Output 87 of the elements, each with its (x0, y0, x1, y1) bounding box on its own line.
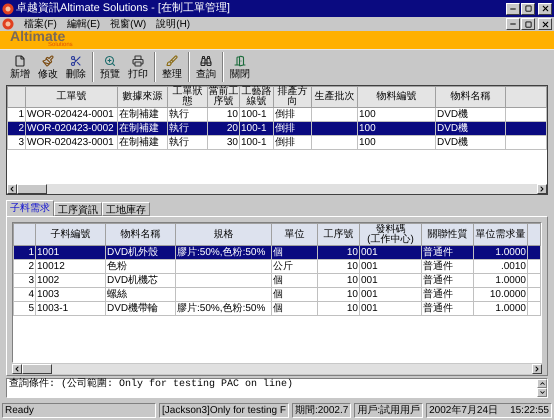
app-logo-icon (2, 2, 14, 14)
window-title: 卓越資訊Altimate Solutions - [在制工單管理] (16, 1, 231, 16)
table-cell: 001 (360, 302, 422, 316)
table-cell: 個 (272, 302, 318, 316)
column-header[interactable]: 規格 (176, 224, 272, 246)
document-icon (14, 54, 26, 66)
table-cell: 100-1 (240, 136, 274, 150)
table-cell: 膠片:50%,色粉:50% (176, 302, 272, 316)
column-header[interactable]: 工單狀態 (168, 86, 208, 108)
table-cell (312, 136, 358, 150)
column-header[interactable]: 單位 (272, 224, 318, 246)
column-header[interactable]: 物料名稱 (436, 86, 506, 108)
column-header[interactable]: 當前工序號 (208, 86, 240, 108)
column-header[interactable]: 工藝路線號 (240, 86, 274, 108)
table-cell: 1.0000 (474, 302, 528, 316)
status-text: 2002年7月24日 (429, 404, 498, 417)
scissors-icon (70, 54, 82, 66)
printer-icon (132, 54, 144, 66)
scroll-thumb[interactable] (17, 184, 47, 194)
table-row[interactable]: 1 WOR-020424-0001 在制補建 執行 10 100-1 倒排 100 DVD機 (8, 108, 546, 122)
menu-item[interactable]: 視窗(W) (110, 16, 146, 32)
status-text: [Jackson3]Only for testing F (162, 404, 286, 417)
table-cell: WOR-020423-0001 (26, 136, 118, 150)
brand-name: Altimate (10, 30, 66, 42)
menu-item[interactable]: 檔案(F) (24, 16, 57, 32)
restore-icon (524, 5, 532, 12)
column-header[interactable]: 發料碼 (工作中心) (360, 224, 422, 246)
table-cell: 倒排 (274, 136, 312, 150)
toolbar-button[interactable]: 關閉 (226, 54, 254, 80)
toolbar-button[interactable]: 預覽 (96, 54, 124, 80)
scroll-down-button[interactable] (537, 388, 547, 397)
tab[interactable]: 工地庫存 (102, 202, 150, 216)
magnifier-icon (104, 54, 116, 66)
table-cell: 30 (208, 136, 240, 150)
table-row[interactable]: 3 WOR-020423-0001 在制補建 執行 30 100-1 倒排 100 DVD機 (8, 136, 546, 150)
door-icon (234, 54, 246, 66)
table-cell: 10 (318, 302, 360, 316)
column-header[interactable]: 關聯性質 (422, 224, 474, 246)
status-text: 用戶:試用用戶 (357, 404, 420, 417)
column-header[interactable]: 單位需求量 (474, 224, 528, 246)
table-cell: 在制補建 (118, 136, 168, 150)
toolbar-button[interactable]: 新增 (6, 54, 34, 80)
status-text: 15:22:55 (510, 404, 549, 417)
table-cell: 3 (8, 136, 26, 150)
table-cell: 100 (358, 136, 436, 150)
menu-item[interactable]: 編輯(E) (66, 16, 100, 32)
column-header[interactable]: 生產批次 (312, 86, 358, 108)
minimize-button[interactable] (506, 18, 520, 30)
binoculars-icon (200, 54, 212, 66)
column-header[interactable]: 工單號 (26, 86, 118, 108)
close-icon (540, 20, 550, 28)
column-header[interactable]: 數據來源 (118, 86, 168, 108)
restore-button[interactable] (521, 18, 535, 30)
horizontal-scrollbar[interactable] (7, 184, 547, 194)
broom-icon (166, 54, 178, 66)
menu-item[interactable]: 說明(H) (156, 16, 190, 32)
table-cell: 1003-1 (36, 302, 106, 316)
column-header[interactable]: 物料編號 (358, 86, 436, 108)
toolbar-button[interactable]: 打印 (124, 54, 152, 80)
table-row[interactable]: 2 WOR-020423-0002 在制補建 執行 20 100-1 倒排 100 DVD機 (8, 122, 546, 136)
scroll-thumb[interactable] (22, 364, 52, 374)
column-header[interactable]: 工序號 (318, 224, 360, 246)
toolbar-button[interactable]: 查詢 (192, 54, 220, 80)
status-text: Ready (5, 404, 34, 417)
toolbar-button[interactable]: 整理 (158, 54, 186, 80)
table-cell: 執行 (168, 136, 208, 150)
minimize-button[interactable] (506, 2, 520, 14)
toolbar-button[interactable]: 修改 (34, 54, 62, 80)
tab[interactable]: 子料需求 (6, 200, 54, 216)
app-logo-icon (2, 18, 14, 30)
column-header[interactable]: 物料名稱 (106, 224, 176, 246)
restore-icon (524, 20, 532, 28)
restore-button[interactable] (521, 2, 535, 14)
close-button[interactable] (538, 2, 552, 14)
table-cell: DVD機帶輪 (106, 302, 176, 316)
tab[interactable]: 工序資訊 (54, 202, 102, 216)
close-icon (540, 4, 550, 13)
table-cell: 5 (14, 302, 36, 316)
toolbar-button[interactable]: 刪除 (62, 54, 90, 80)
scroll-up-button[interactable] (537, 379, 547, 388)
paintbrush-icon (42, 54, 54, 66)
close-button[interactable] (538, 18, 552, 30)
table-cell: DVD機 (436, 136, 506, 150)
column-header[interactable]: 子料編號 (36, 224, 106, 246)
horizontal-scrollbar[interactable] (12, 364, 542, 374)
query-field[interactable]: 查詢條件: (公司範圍: Only for testing PAC on line) (6, 378, 548, 398)
status-text: 期間:2002.7 (294, 404, 348, 417)
